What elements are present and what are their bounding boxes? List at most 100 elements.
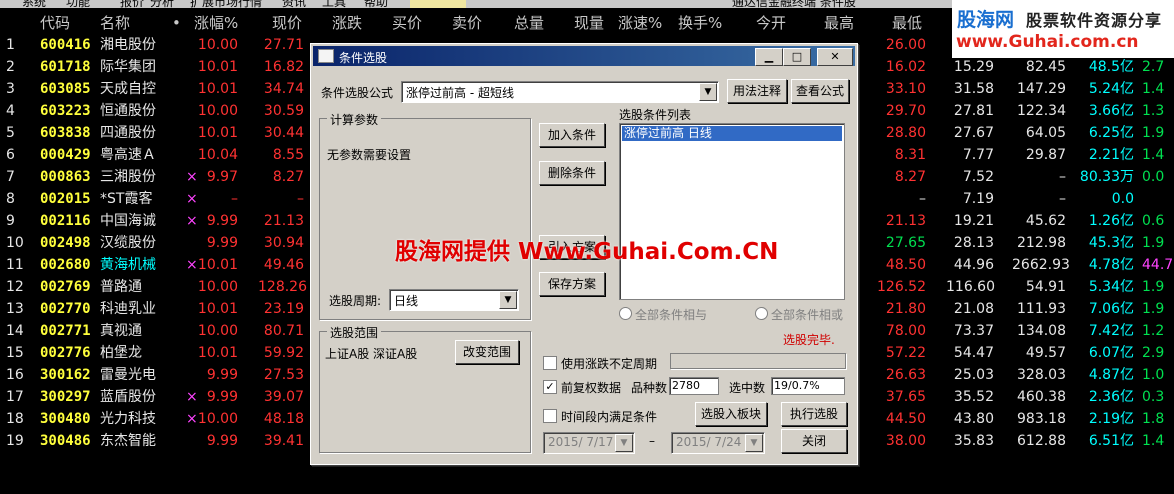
column-header[interactable]: 涨幅% — [194, 12, 238, 34]
execute-select-button[interactable]: 执行选股 — [781, 402, 847, 426]
radio-all-or[interactable] — [755, 307, 768, 320]
formula-select[interactable]: 涨停过前高 - 超短线 ▼ — [401, 81, 719, 103]
formula-value: 涨停过前高 - 超短线 — [406, 86, 514, 100]
column-header[interactable]: 名称 — [100, 12, 130, 34]
column-header[interactable]: • — [172, 12, 181, 34]
menu-help[interactable]: 帮助 — [364, 0, 388, 8]
column-header[interactable]: 现价 — [272, 12, 302, 34]
maximize-icon[interactable]: □ — [783, 48, 811, 66]
prev-close: 25.03 — [953, 367, 994, 383]
add-condition-button[interactable]: 加入条件 — [539, 123, 605, 147]
column-header[interactable]: 涨跌 — [332, 12, 362, 34]
stock-code: 300297 — [40, 389, 91, 405]
market-cap: 3.66亿 — [1088, 103, 1134, 119]
column-header[interactable]: 卖价 — [452, 12, 482, 34]
minimize-icon[interactable]: ▁ — [755, 48, 783, 66]
radio-all-and[interactable] — [619, 307, 632, 320]
menu-function[interactable]: 功能 — [66, 0, 90, 8]
period-condition-checkbox[interactable] — [543, 409, 557, 423]
prefix-data-checkbox[interactable]: ✓ — [543, 380, 557, 394]
change-percent: 10.01 — [197, 81, 238, 97]
uncertain-period-label: 使用涨跌不定周期 — [561, 357, 658, 371]
close-button[interactable]: 关闭 — [781, 429, 847, 453]
amplitude: 1.4 — [1142, 433, 1165, 449]
row-index: 10 — [6, 235, 24, 251]
prefix-data-label: 前复权数据 — [561, 381, 622, 395]
column-header[interactable]: 现量 — [574, 12, 604, 34]
pe-ratio: 45.62 — [1025, 213, 1066, 229]
menu-news[interactable]: 资讯 — [282, 0, 306, 8]
amplitude: 0.0 — [1142, 169, 1165, 185]
stock-code: 002116 — [40, 213, 91, 229]
market-cap: 1.26亿 — [1088, 213, 1134, 229]
uncertain-period-checkbox[interactable] — [543, 356, 557, 370]
stock-code: 603085 — [40, 81, 91, 97]
column-header[interactable]: 今开 — [756, 12, 786, 34]
current-price: 21.13 — [263, 213, 304, 229]
scope-value: 上证A股 深证A股 — [325, 347, 418, 361]
stock-code: 002771 — [40, 323, 91, 339]
stock-name: 际华集团 — [100, 59, 156, 75]
stock-code: 300480 — [40, 411, 91, 427]
condition-list[interactable]: 涨停过前高 日线 — [619, 123, 845, 300]
column-header[interactable]: 代码 — [40, 12, 70, 34]
date-to-picker[interactable]: 2015/ 7/24 ▼ — [671, 432, 765, 454]
stock-name: 光力科技 — [100, 411, 156, 427]
column-header[interactable]: 最高 — [824, 12, 854, 34]
chevron-down-icon[interactable]: ▼ — [699, 83, 717, 101]
stock-name: 科迪乳业 — [100, 301, 156, 317]
market-cap: 5.34亿 — [1088, 279, 1134, 295]
date-from-picker[interactable]: 2015/ 7/17 ▼ — [543, 432, 635, 454]
pe-ratio: 328.03 — [1017, 367, 1066, 383]
menu-quote[interactable]: 报价 — [120, 0, 144, 8]
delete-condition-button[interactable]: 删除条件 — [539, 161, 605, 185]
dialog-titlebar[interactable]: 条件选股 ▁ □ ✕ — [313, 46, 855, 66]
add-to-block-button[interactable]: 选股入板块 — [695, 402, 767, 426]
menu-analysis[interactable]: 分析 — [150, 0, 174, 8]
change-percent: 10.01 — [197, 59, 238, 75]
lowest-price: 78.00 — [885, 323, 926, 339]
market-cap: 5.24亿 — [1088, 81, 1134, 97]
chevron-down-icon[interactable]: ▼ — [745, 434, 763, 452]
menu-system[interactable]: 系统 — [22, 0, 46, 8]
change-percent: 10.01 — [197, 301, 238, 317]
window-title: 通达信金融终端 条件股 — [732, 0, 856, 8]
menu-tools[interactable]: 工具 — [322, 0, 346, 8]
row-index: 4 — [6, 103, 15, 119]
current-price: 49.46 — [263, 257, 304, 273]
close-icon[interactable]: ✕ — [817, 48, 853, 66]
current-price: 48.18 — [263, 411, 304, 427]
change-scope-button[interactable]: 改变范围 — [455, 340, 519, 364]
stock-name: 恒通股份 — [100, 103, 156, 119]
menu-extended-market[interactable]: 扩展市场行情 — [190, 0, 262, 8]
chevron-down-icon[interactable]: ▼ — [499, 291, 517, 309]
chevron-down-icon[interactable]: ▼ — [615, 434, 633, 452]
progress-bar — [670, 353, 846, 369]
market-cap: 45.3亿 — [1088, 235, 1134, 251]
usage-notes-button[interactable]: 用法注释 — [727, 79, 787, 103]
amplitude: 44.7 — [1142, 257, 1174, 273]
column-header[interactable]: 总量 — [514, 12, 544, 34]
prev-close: 116.60 — [946, 279, 995, 295]
lowest-price: 38.00 — [885, 433, 926, 449]
amplitude: 1.8 — [1142, 411, 1165, 427]
column-header[interactable]: 最低 — [892, 12, 922, 34]
column-header[interactable]: 换手% — [678, 12, 722, 34]
column-header[interactable]: 涨速% — [618, 12, 662, 34]
lowest-price: 28.80 — [885, 125, 926, 141]
period-select[interactable]: 日线 ▼ — [389, 289, 519, 311]
stock-name: 雷曼光电 — [100, 367, 156, 383]
count-label: 品种数 — [631, 381, 668, 395]
stock-name: 黄海机械 — [100, 257, 156, 273]
condition-list-item[interactable]: 涨停过前高 日线 — [622, 126, 842, 141]
amplitude: 2.7 — [1142, 59, 1165, 75]
view-formula-button[interactable]: 查看公式 — [791, 79, 849, 103]
save-scheme-button[interactable]: 保存方案 — [539, 272, 605, 296]
amplitude: 1.2 — [1142, 323, 1165, 339]
stock-code: 300486 — [40, 433, 91, 449]
prev-close: 44.96 — [953, 257, 994, 273]
stock-code: 000429 — [40, 147, 91, 163]
amplitude: 1.9 — [1142, 279, 1165, 295]
column-header[interactable]: 买价 — [392, 12, 422, 34]
date-to-value: 2015/ 7/24 — [676, 435, 742, 449]
